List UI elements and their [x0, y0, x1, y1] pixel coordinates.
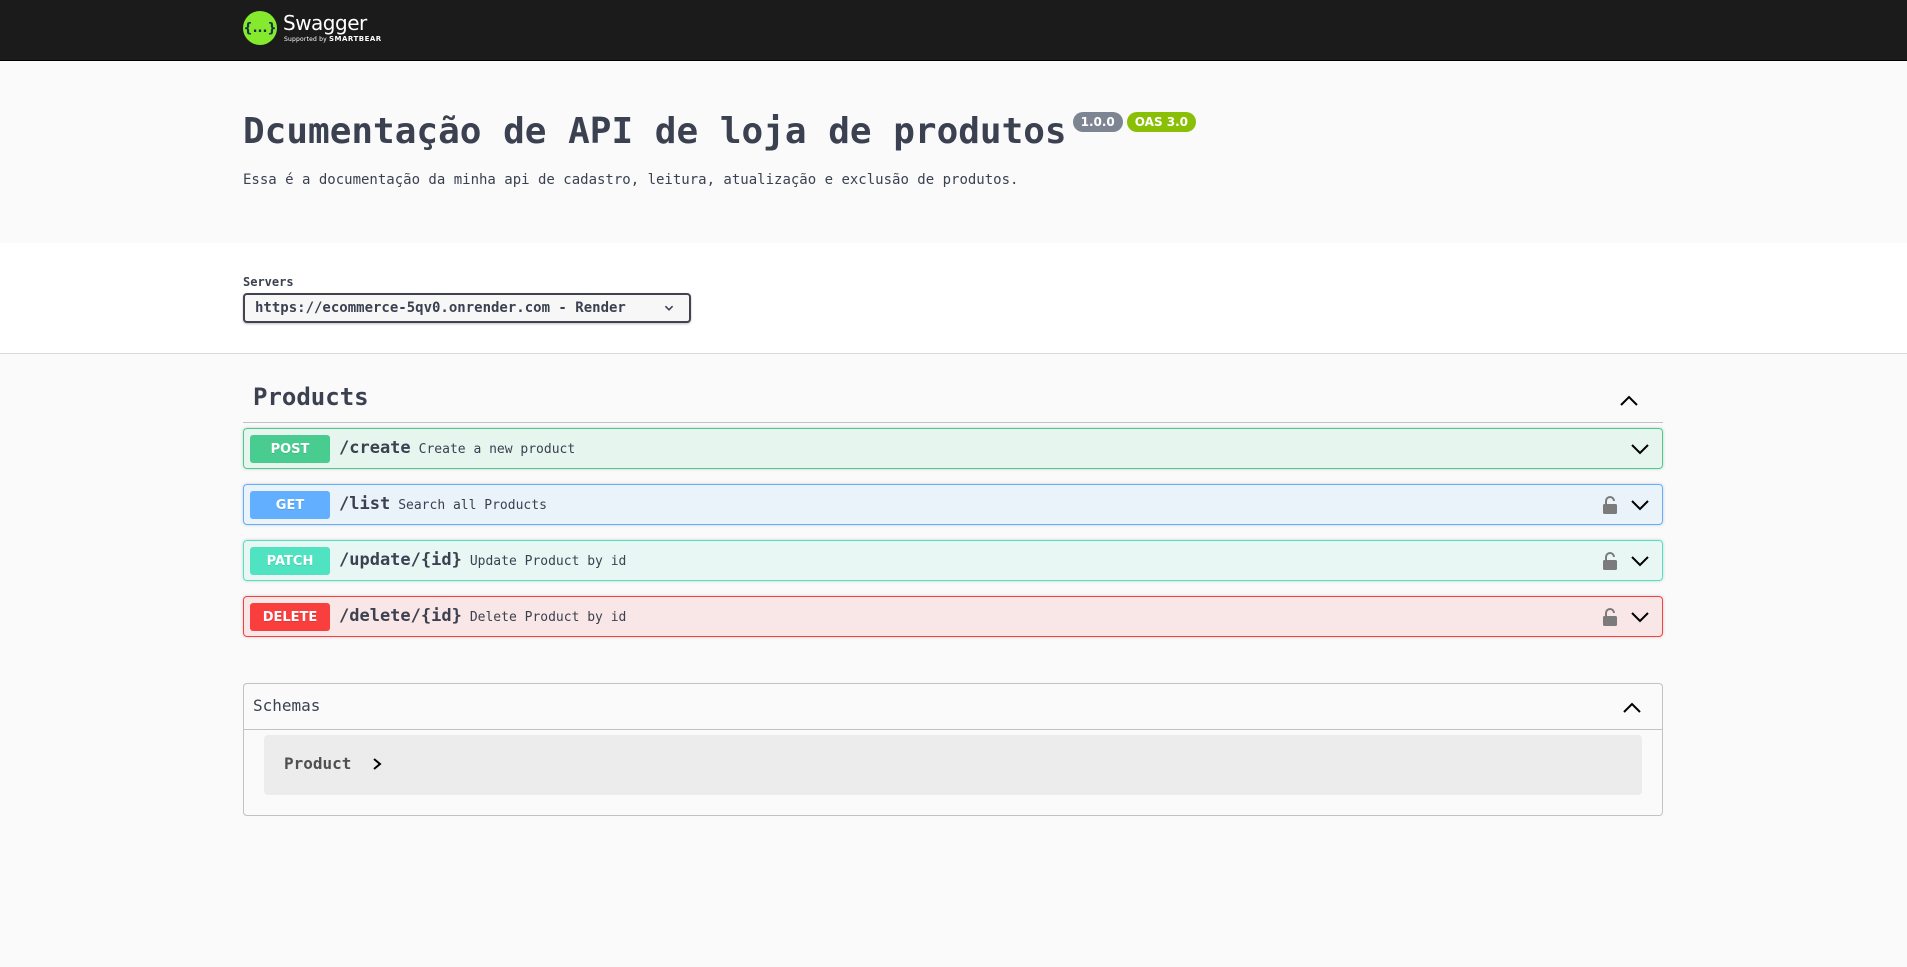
- operation-get-list[interactable]: GET /list Search all Products: [243, 484, 1663, 525]
- topbar: {...} Swagger Supported by SMARTBEAR: [0, 0, 1907, 61]
- unlock-icon[interactable]: [1602, 551, 1618, 571]
- swagger-logo-icon: {...}: [243, 11, 277, 45]
- unlock-icon[interactable]: [1602, 607, 1618, 627]
- operation-delete-delete[interactable]: DELETE /delete/{id} Delete Product by id: [243, 596, 1663, 637]
- title-row: Dcumentação de API de loja de produtos 1…: [243, 110, 1663, 154]
- api-description: Essa é a documentação da minha api de ca…: [243, 172, 1019, 188]
- servers-select[interactable]: https://ecommerce-5qv0.onrender.com - Re…: [243, 293, 691, 323]
- operation-path-text: /delete/{id}: [339, 606, 462, 626]
- oas-badge: OAS 3.0: [1126, 112, 1197, 132]
- chevron-down-icon[interactable]: [1630, 441, 1650, 457]
- logo-text: Swagger Supported by SMARTBEAR: [283, 13, 382, 43]
- logo-company: SMARTBEAR: [329, 35, 382, 43]
- operation-summary: Create a new product: [418, 442, 576, 457]
- method-badge: DELETE: [250, 603, 330, 631]
- chevron-down-icon[interactable]: [1630, 609, 1650, 625]
- chevron-right-icon[interactable]: [371, 757, 383, 771]
- operation-summary: Update Product by id: [469, 554, 627, 569]
- chevron-down-icon[interactable]: [1630, 553, 1650, 569]
- operation-patch-update[interactable]: PATCH /update/{id} Update Product by id: [243, 540, 1663, 581]
- method-badge: POST: [250, 435, 330, 463]
- operation-summary: Search all Products: [398, 498, 547, 513]
- schemas-title: Schemas: [253, 696, 321, 715]
- swagger-logo[interactable]: {...} Swagger Supported by SMARTBEAR: [243, 11, 382, 45]
- operation-post-create[interactable]: POST /create Create a new product: [243, 428, 1663, 469]
- operation-path: /update/{id} Update Product by id: [339, 550, 626, 570]
- method-badge: GET: [250, 491, 330, 519]
- operation-path-text: /update/{id}: [339, 550, 462, 570]
- chevron-up-icon[interactable]: [1619, 391, 1639, 411]
- logo-subtitle: Supported by SMARTBEAR: [284, 36, 382, 43]
- logo-supported-by: Supported by: [284, 36, 327, 43]
- operation-path-text: /create: [339, 438, 411, 458]
- version-badge: 1.0.0: [1072, 112, 1123, 132]
- page-title: Dcumentação de API de loja de produtos: [243, 111, 1067, 152]
- chevron-up-icon[interactable]: [1622, 698, 1642, 718]
- chevron-down-icon: [664, 305, 674, 311]
- servers-selected-value: https://ecommerce-5qv0.onrender.com - Re…: [255, 300, 626, 316]
- schemas-section: Schemas Product: [243, 683, 1663, 816]
- method-badge: PATCH: [250, 547, 330, 575]
- tag-products-header[interactable]: Products: [243, 375, 1663, 423]
- operation-path: /delete/{id} Delete Product by id: [339, 606, 626, 626]
- servers-section: Servers https://ecommerce-5qv0.onrender.…: [0, 243, 1907, 354]
- model-name: Product: [284, 754, 352, 773]
- model-product[interactable]: Product: [264, 735, 1642, 795]
- operation-path-text: /list: [339, 494, 391, 514]
- unlock-icon[interactable]: [1602, 495, 1618, 515]
- operation-path: /list Search all Products: [339, 494, 547, 514]
- schemas-header[interactable]: Schemas: [244, 684, 1662, 730]
- logo-title: Swagger: [283, 11, 367, 35]
- operation-path: /create Create a new product: [339, 438, 575, 458]
- chevron-down-icon[interactable]: [1630, 497, 1650, 513]
- tag-title: Products: [253, 383, 369, 411]
- api-info: Dcumentação de API de loja de produtos 1…: [243, 110, 1663, 188]
- operation-summary: Delete Product by id: [469, 610, 627, 625]
- servers-label: Servers: [243, 275, 294, 289]
